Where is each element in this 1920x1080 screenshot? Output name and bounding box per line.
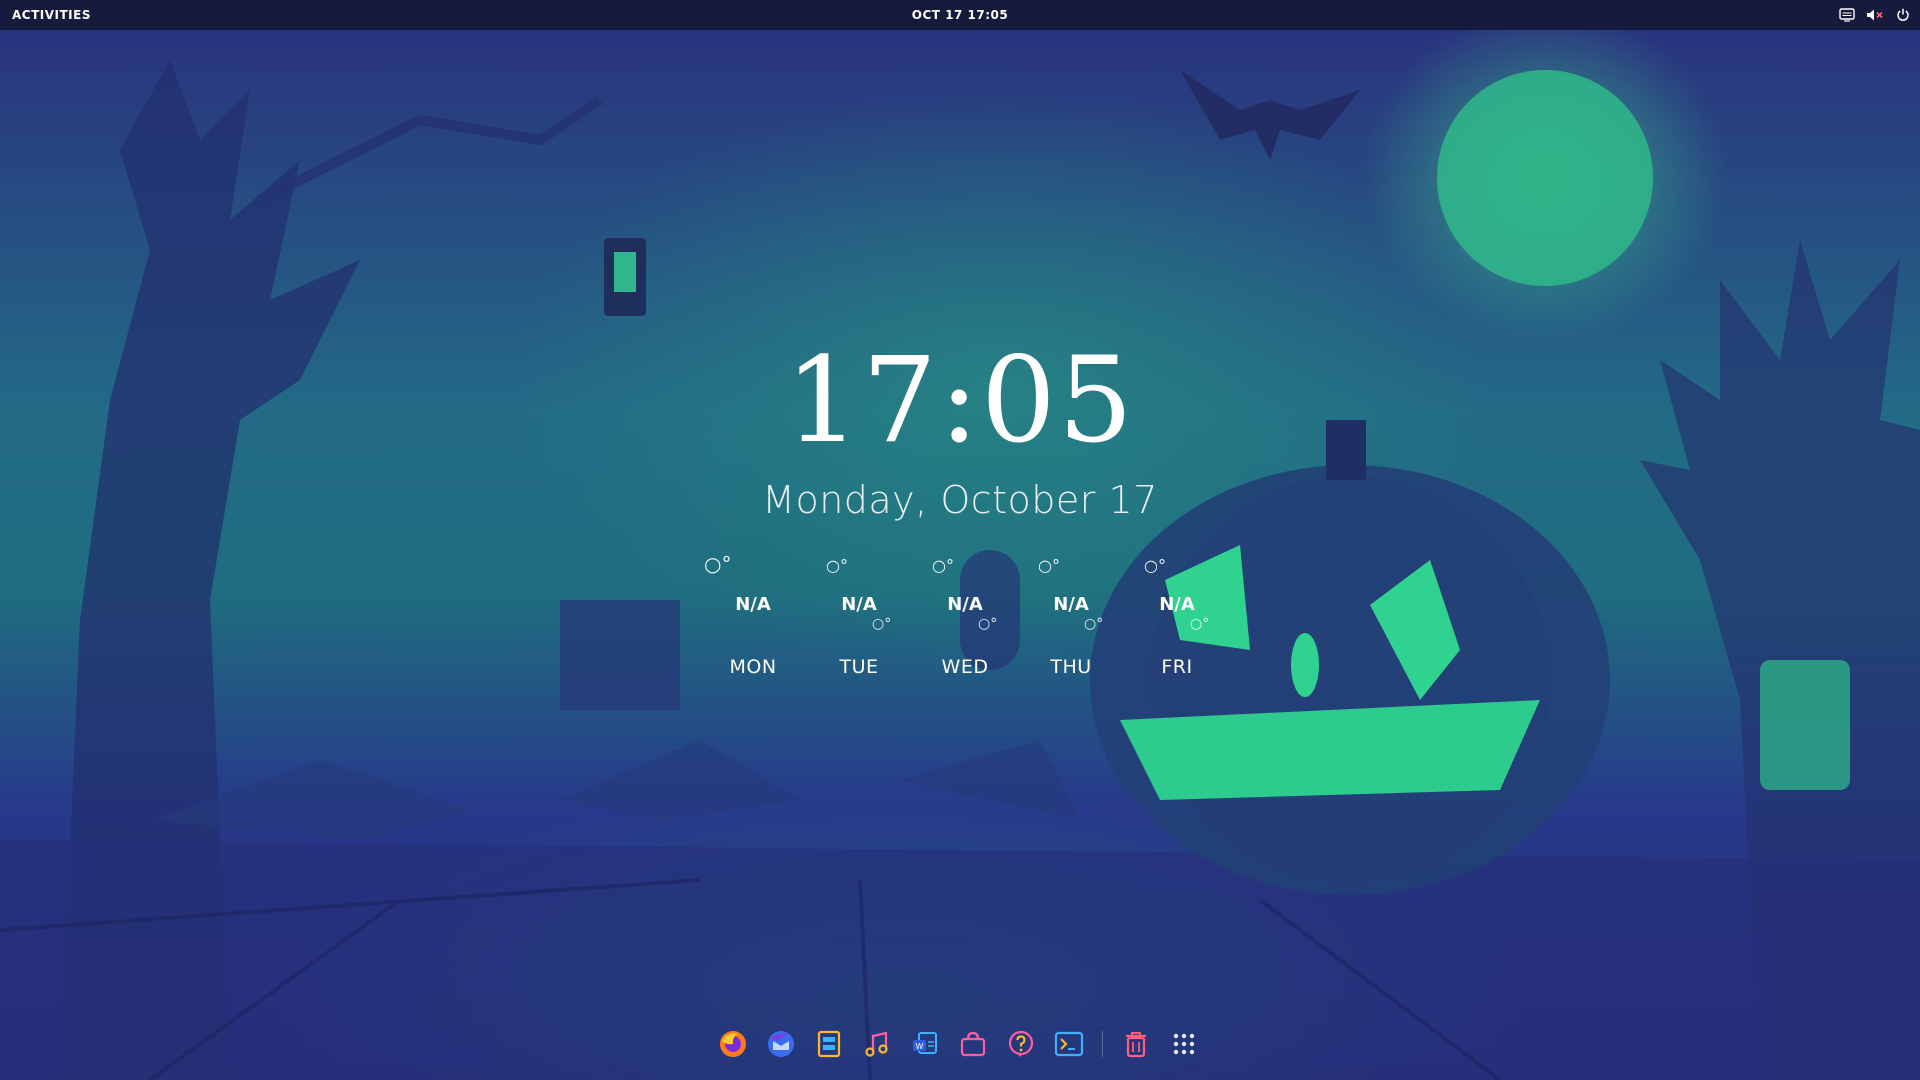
help-icon[interactable]: [1006, 1029, 1036, 1059]
terminal-icon[interactable]: [1054, 1029, 1084, 1059]
weather-icon: ○°: [826, 556, 848, 575]
weather-icon: ○°: [1144, 556, 1166, 575]
forecast-day: ○° N/A ○° WED: [912, 552, 1018, 692]
forecast-temp: N/A: [735, 594, 771, 615]
forecast-day-name: FRI: [1161, 656, 1193, 678]
forecast-temp: N/A: [841, 594, 877, 615]
forecast-day: ○° N/A ○° TUE: [806, 552, 912, 692]
weather-icon: ○°: [932, 556, 954, 575]
thunderbird-icon[interactable]: [766, 1029, 796, 1059]
dock: W: [718, 1020, 1199, 1068]
top-bar: ACTIVITIES OCT 17 17:05: [0, 0, 1920, 30]
software-store-icon[interactable]: [958, 1029, 988, 1059]
activities-button[interactable]: ACTIVITIES: [12, 0, 91, 30]
forecast-day: ○° N/A ○° FRI: [1124, 552, 1230, 692]
forecast-temp: N/A: [1159, 594, 1195, 615]
trash-icon[interactable]: [1121, 1029, 1151, 1059]
power-icon[interactable]: [1894, 6, 1912, 24]
desktop: ACTIVITIES OCT 17 17:05 17:05 Monday, Oc…: [0, 0, 1920, 1080]
forecast-temp: N/A: [947, 594, 983, 615]
forecast-day: ○° N/A ○° THU: [1018, 552, 1124, 692]
forecast-day-name: MON: [729, 656, 777, 678]
bat-shape: [1180, 70, 1360, 160]
show-apps-icon[interactable]: [1169, 1029, 1199, 1059]
lock-clock-date: Monday, October 17: [762, 478, 1158, 522]
topbar-clock: OCT 17 17:05: [0, 0, 1920, 30]
weather-forecast: ○° N/A MON ○° N/A ○° TUE ○° N/A ○° WED ○…: [700, 552, 1220, 692]
system-tray: [1838, 0, 1912, 30]
music-icon[interactable]: [862, 1029, 892, 1059]
forecast-day-name: WED: [941, 656, 989, 678]
screen-icon[interactable]: [1838, 6, 1856, 24]
moon-shape: [1437, 70, 1653, 286]
datetime-label[interactable]: OCT 17 17:05: [912, 8, 1008, 22]
forecast-day-name: TUE: [839, 656, 879, 678]
dock-separator: [1102, 1031, 1103, 1057]
firefox-icon[interactable]: [718, 1029, 748, 1059]
weather-icon: ○°: [1038, 556, 1060, 575]
volume-muted-icon[interactable]: [1866, 6, 1884, 24]
files-icon[interactable]: [814, 1029, 844, 1059]
forecast-day-name: THU: [1050, 656, 1092, 678]
svg-text:W: W: [916, 1042, 924, 1051]
forecast-day: ○° N/A MON: [700, 552, 806, 692]
weather-icon: ○°: [978, 616, 998, 632]
wallpaper: [0, 60, 1920, 1080]
weather-icon: ○°: [1084, 616, 1104, 632]
lock-clock-time: 17:05: [784, 331, 1136, 469]
weather-icon: ○°: [704, 552, 732, 576]
writer-icon[interactable]: W: [910, 1029, 940, 1059]
forecast-temp: N/A: [1053, 594, 1089, 615]
weather-icon: ○°: [1190, 616, 1210, 632]
weather-icon: ○°: [872, 616, 892, 632]
